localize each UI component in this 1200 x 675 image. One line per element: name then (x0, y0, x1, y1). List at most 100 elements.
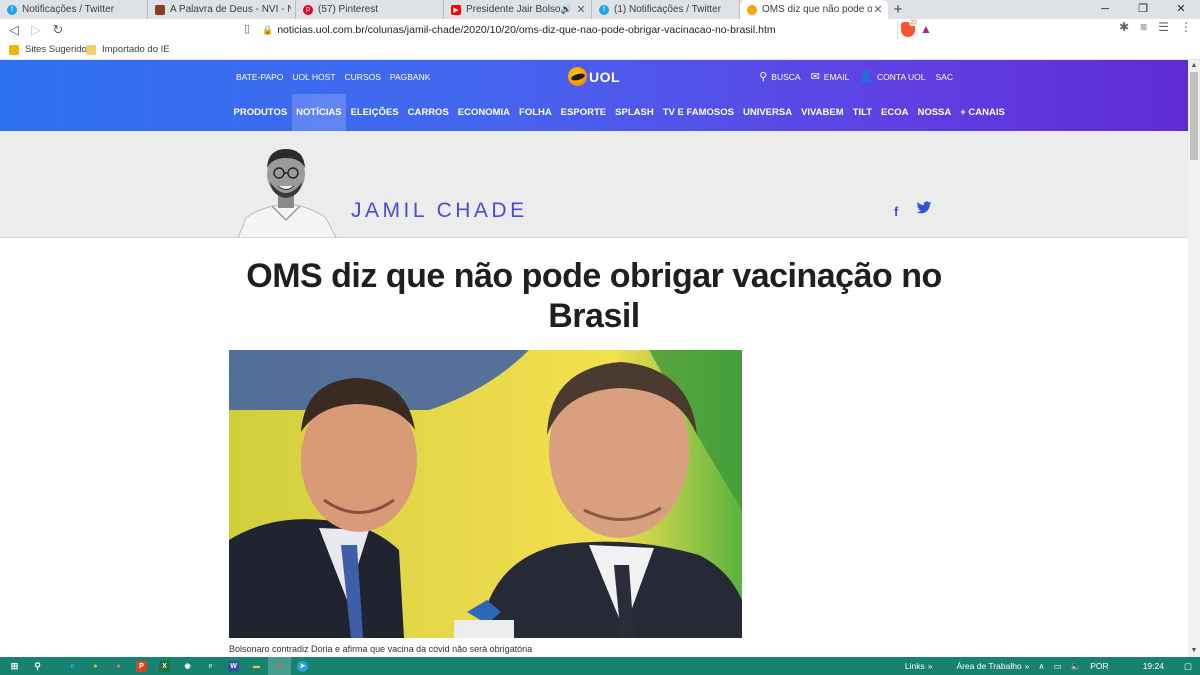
ie-glyph: e (70, 662, 75, 670)
nav-mais-canais[interactable]: + CANAIS (956, 94, 1010, 131)
tab-title: A Palavra de Deus - NVI - Nova Ve (170, 4, 291, 15)
chevron-right-icon[interactable]: » (928, 661, 933, 671)
browser-tab[interactable]: A Palavra de Deus - NVI - Nova Ve (148, 0, 296, 19)
reading-list-icon[interactable]: ☰ (1158, 20, 1169, 34)
toolbar-actions: ✱ ≡ ☰ ⋮ (1119, 20, 1192, 34)
word-icon[interactable]: W (222, 657, 245, 675)
brave-rewards-icon[interactable]: ▲ (920, 22, 932, 36)
explorer-glyph: ▬ (253, 662, 260, 670)
folder-icon (86, 44, 96, 55)
link-bate-papo[interactable]: BATE-PAPO (236, 72, 283, 82)
article-photo[interactable] (229, 350, 742, 638)
speaker-icon[interactable]: 🔊 (561, 4, 572, 15)
link-pagbank[interactable]: PAGBANK (390, 72, 430, 82)
volume-icon[interactable]: 🔈 (1071, 661, 1082, 672)
bookmark-sites-sugeridos[interactable]: Sites Sugeridos (9, 44, 92, 55)
browser-tab[interactable]: p (57) Pinterest (296, 0, 444, 19)
scroll-down-icon[interactable]: ▼ (1188, 645, 1200, 657)
ie-icon[interactable]: e (61, 657, 84, 675)
search-icon[interactable]: ⚲ (26, 657, 49, 675)
desktop-toolbar[interactable]: Área de Trabalho (956, 661, 1021, 671)
system-tray: Links » Área de Trabalho » ∧ ▭ 🔈 POR 19:… (896, 657, 1200, 675)
scroll-up-icon[interactable]: ▲ (1188, 60, 1200, 72)
language-indicator[interactable]: POR (1090, 661, 1108, 671)
nav-nossa[interactable]: NOSSA (913, 94, 956, 131)
bookmarks-bar: Sites Sugeridos Importado do IE (0, 41, 1200, 60)
brave-shields-icon[interactable]: 20 (901, 20, 918, 37)
nav-splash[interactable]: SPLASH (611, 94, 659, 131)
nav-vivabem[interactable]: VIVABEM (797, 94, 849, 131)
search-icon: ⚲ (759, 71, 768, 83)
twitter-icon: t (7, 4, 17, 15)
facebook-share-icon[interactable]: f (894, 204, 898, 219)
network-icon[interactable]: ▭ (1054, 661, 1062, 672)
bible-icon (155, 4, 165, 15)
nav-ecoa[interactable]: ECOA (877, 94, 913, 131)
excel-icon[interactable]: X (153, 657, 176, 675)
sac-link[interactable]: SAC (936, 72, 953, 82)
notifications-icon[interactable]: ▢ (1184, 661, 1192, 672)
forward-icon[interactable]: ▷ (25, 22, 47, 38)
bookmark-label: Sites Sugeridos (25, 44, 92, 55)
nav-universa[interactable]: UNIVERSA (738, 94, 796, 131)
tray-expand-icon[interactable]: ∧ (1038, 661, 1044, 672)
firefox-icon[interactable]: ● (107, 657, 130, 675)
file-explorer-icon[interactable]: ▬ (245, 657, 268, 675)
nav-eleicoes[interactable]: ELEIÇÕES (346, 94, 403, 131)
nav-noticias[interactable]: NOTÍCIAS (291, 94, 347, 131)
scrollbar-thumb[interactable] (1190, 72, 1198, 160)
link-uol-host[interactable]: UOL HOST (292, 72, 335, 82)
nav-carros[interactable]: CARROS (403, 94, 453, 131)
bookmark-icon[interactable]: ▯ (244, 22, 250, 35)
uol-header: BATE-PAPO UOL HOST CURSOS PAGBANK UOL ⚲ … (0, 60, 1188, 131)
photo-caption: Bolsonaro contradiz Doria e afirma que v… (229, 644, 533, 654)
back-icon[interactable]: ◁ (3, 22, 25, 38)
brave-icon[interactable]: ▼ (268, 657, 291, 675)
close-window-icon[interactable]: ✕ (1162, 0, 1200, 19)
whatsapp-icon[interactable]: ◉ (176, 657, 199, 675)
media-queue-icon[interactable]: ≡ (1140, 20, 1147, 34)
nav-esporte[interactable]: ESPORTE (556, 94, 610, 131)
powerpoint-icon[interactable]: P (130, 657, 153, 675)
edge-icon[interactable]: e (199, 657, 222, 675)
search-label: BUSCA (771, 71, 801, 82)
browser-tab[interactable]: ▶ Presidente Jair Bolsonaro - Liv 🔊 ✕ (444, 0, 592, 19)
chevron-right-icon[interactable]: » (1025, 661, 1030, 671)
close-tab-icon[interactable]: ✕ (575, 3, 587, 16)
nav-economia[interactable]: ECONOMIA (453, 94, 514, 131)
uol-logo[interactable]: UOL (568, 67, 620, 86)
nav-tv-e-famosos[interactable]: TV E FAMOSOS (658, 94, 738, 131)
account-link[interactable]: 👤 CONTA UOL (859, 70, 925, 83)
nav-tilt[interactable]: TILT (848, 94, 876, 131)
search-link[interactable]: ⚲ BUSCA (759, 70, 800, 83)
twitter-share-icon[interactable] (916, 201, 932, 218)
reload-icon[interactable]: ↻ (47, 22, 69, 38)
bookmark-importado-ie[interactable]: Importado do IE (86, 44, 170, 55)
chrome-icon[interactable]: ● (84, 657, 107, 675)
nav-folha[interactable]: FOLHA (515, 94, 557, 131)
windows-start-icon[interactable]: ⊞ (3, 657, 26, 675)
close-tab-icon[interactable]: ✕ (872, 3, 884, 16)
extensions-icon[interactable]: ✱ (1119, 20, 1129, 34)
telegram-icon[interactable]: ➤ (291, 657, 314, 675)
address-bar[interactable]: 🔒 noticias.uol.com.br/colunas/jamil-chade… (262, 21, 898, 39)
url-text: noticias.uol.com.br/colunas/jamil-chade/… (277, 24, 776, 36)
chrome-glyph: ● (93, 662, 98, 670)
column-author-name[interactable]: JAMIL CHADE (351, 199, 528, 223)
restore-icon[interactable]: ❐ (1124, 0, 1162, 19)
header-right-links: ⚲ BUSCA ✉ EMAIL 👤 CONTA UOL SAC (759, 70, 953, 83)
email-link[interactable]: ✉ EMAIL (811, 70, 850, 83)
powerpoint-glyph: P (136, 660, 147, 672)
new-tab-button[interactable]: + (888, 0, 908, 19)
links-toolbar[interactable]: Links (905, 661, 925, 671)
menu-icon[interactable]: ⋮ (1180, 20, 1192, 34)
uol-logo-text: UOL (589, 68, 621, 85)
clock[interactable]: 19:24 (1143, 661, 1164, 671)
link-cursos[interactable]: CURSOS (345, 72, 381, 82)
browser-tab[interactable]: t Notificações / Twitter (0, 0, 148, 19)
minimize-icon[interactable]: ─ (1086, 0, 1124, 19)
page-scrollbar[interactable]: ▲ ▼ (1188, 60, 1200, 657)
nav-produtos[interactable]: PRODUTOS (229, 94, 292, 131)
browser-tab-active[interactable]: OMS diz que não pode obrigar va ✕ (740, 0, 888, 19)
browser-tab[interactable]: t (1) Notificações / Twitter (592, 0, 740, 19)
